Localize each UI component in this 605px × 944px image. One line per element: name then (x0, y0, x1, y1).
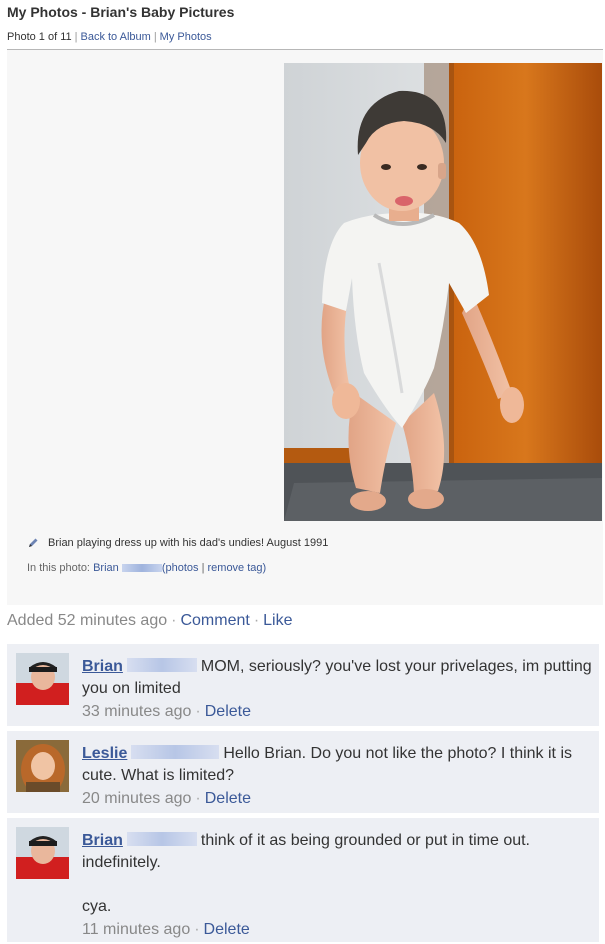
comment-time: 11 minutes ago (82, 921, 191, 938)
photo-panel: Brian playing dress up with his dad's un… (7, 50, 603, 605)
remove-tag-link[interactable]: remove tag) (208, 562, 267, 574)
comment-body: Brian think of it as being grounded or pu… (82, 830, 592, 941)
redacted-surname (131, 745, 220, 759)
meta-dot: · (195, 790, 201, 807)
comment-text-2: cya. (82, 898, 112, 915)
like-link[interactable]: Like (263, 612, 292, 629)
back-to-album-link[interactable]: Back to Album (80, 31, 150, 43)
tag-name-link[interactable]: Brian (93, 562, 119, 574)
comment-author-link[interactable]: Brian (82, 832, 123, 849)
meta-dot: · (194, 921, 200, 938)
photo-nav: Photo 1 of 11 | Back to Album | My Photos (7, 31, 212, 43)
redacted-surname (126, 832, 197, 846)
photo-tags: In this photo: Brian (photos | remove ta… (27, 562, 266, 574)
comment-meta: 33 minutes ago · Delete (82, 701, 592, 723)
my-photos-link[interactable]: My Photos (160, 31, 212, 43)
photo-caption: Brian playing dress up with his dad's un… (27, 537, 328, 549)
avatar[interactable] (16, 827, 69, 879)
comment-time: 33 minutes ago (82, 703, 192, 720)
delete-comment-link[interactable]: Delete (204, 921, 250, 938)
tag-photos-link[interactable]: (photos (162, 562, 199, 574)
tag-prefix: In this photo: (27, 562, 90, 574)
comment-item: Brian MOM, seriously? you've lost your pr… (7, 644, 599, 726)
tag-separator: | (201, 562, 205, 574)
comment-author-link[interactable]: Leslie (82, 745, 127, 762)
meta-dot: · (171, 612, 177, 629)
redacted-surname (126, 658, 197, 672)
meta-dot: · (253, 612, 260, 629)
comment-author-link[interactable]: Brian (82, 658, 123, 675)
added-time: Added 52 minutes ago (7, 612, 168, 629)
redacted-surname (121, 564, 162, 573)
comment-link[interactable]: Comment (180, 612, 249, 629)
comment-time: 20 minutes ago (82, 790, 192, 807)
photo-position: Photo 1 of 11 (7, 31, 72, 43)
nav-separator: | (74, 31, 78, 43)
comment-body: Leslie Hello Brian. Do you not like the p… (82, 743, 592, 810)
page-title: My Photos - Brian's Baby Pictures (7, 4, 235, 20)
delete-comment-link[interactable]: Delete (205, 790, 251, 807)
comment-meta: 11 minutes ago · Delete (82, 919, 592, 941)
comment-meta: 20 minutes ago · Delete (82, 788, 592, 810)
nav-separator: | (153, 31, 157, 43)
comment-body: Brian MOM, seriously? you've lost your pr… (82, 656, 592, 723)
comment-item: Brian think of it as being grounded or pu… (7, 818, 599, 942)
pencil-icon[interactable] (27, 537, 39, 549)
main-photo[interactable] (284, 63, 602, 521)
comment-item: Leslie Hello Brian. Do you not like the p… (7, 731, 599, 813)
delete-comment-link[interactable]: Delete (205, 703, 251, 720)
caption-text: Brian playing dress up with his dad's un… (48, 537, 329, 549)
photo-meta: Added 52 minutes ago · Comment · Like (7, 612, 293, 630)
meta-dot: · (195, 703, 201, 720)
avatar[interactable] (16, 653, 69, 705)
avatar[interactable] (16, 740, 69, 792)
